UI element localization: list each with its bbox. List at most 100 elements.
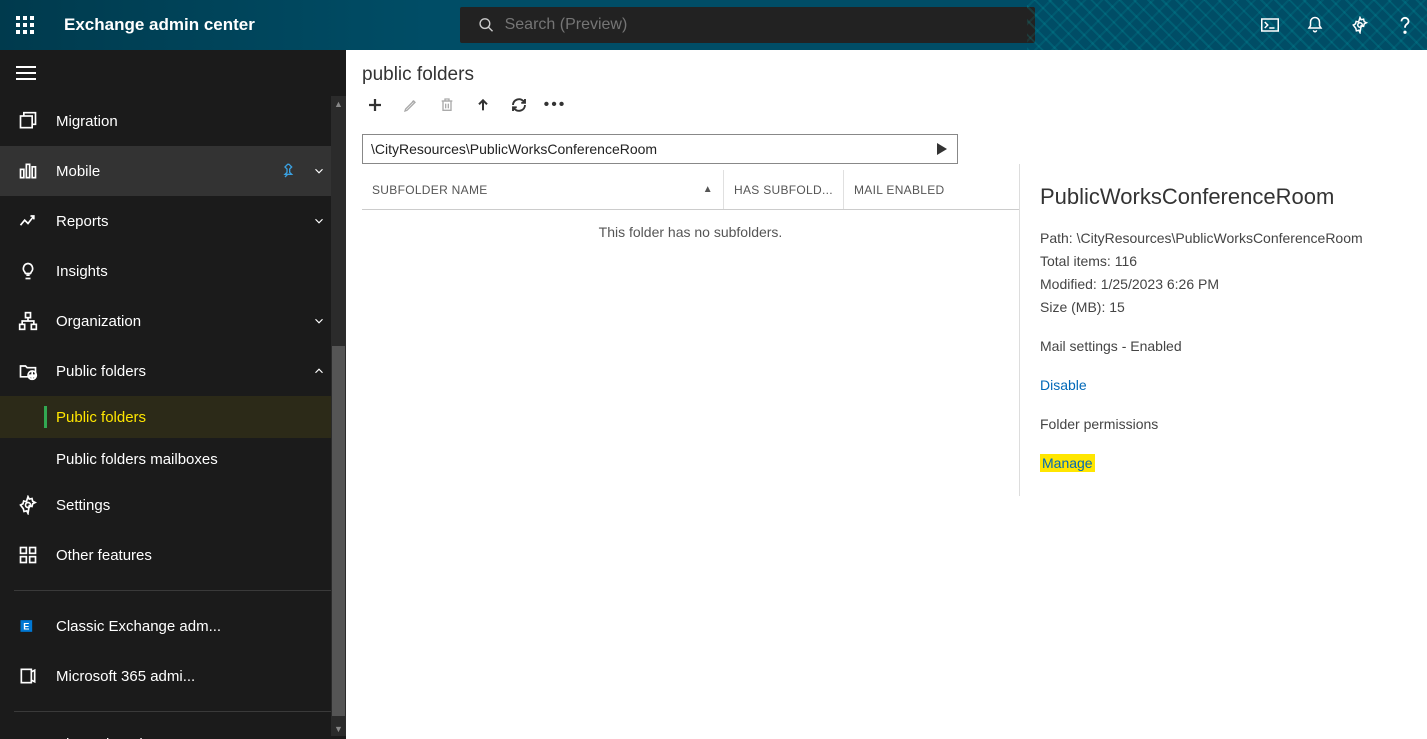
detail-total-items-value: 116: [1115, 253, 1137, 269]
nav-label: Show pinned: [56, 736, 334, 739]
settings-icon: [16, 493, 40, 517]
scroll-down-arrow-icon[interactable]: ▼: [331, 721, 346, 736]
nav-label: Insights: [56, 263, 334, 280]
other-features-icon: [16, 543, 40, 567]
nav-label: Organization: [56, 313, 304, 330]
sidebar-toggle-button[interactable]: [0, 50, 346, 96]
pin-icon: [281, 163, 297, 179]
refresh-button[interactable]: [508, 94, 530, 116]
navigate-button[interactable]: [931, 138, 953, 160]
more-button[interactable]: •••: [544, 94, 566, 116]
folder-path-text: \CityResources\PublicWorksConferenceRoom: [371, 141, 931, 157]
bell-icon: [1306, 16, 1324, 34]
insights-icon: [16, 259, 40, 283]
hamburger-icon: [16, 66, 36, 80]
chevron-up-icon: [304, 364, 334, 378]
detail-path: Path: \CityResources\PublicWorksConferen…: [1040, 228, 1407, 249]
detail-mail-settings: Mail settings - Enabled: [1040, 336, 1407, 357]
edit-button: [400, 94, 422, 116]
page-heading: public folders: [362, 64, 1427, 86]
refresh-icon: [510, 96, 528, 114]
sidebar-subitem-public-folders[interactable]: Public folders: [0, 396, 346, 438]
app-launcher-button[interactable]: [0, 0, 50, 50]
pencil-icon: [403, 97, 419, 113]
subitem-label: Public folders: [56, 409, 146, 426]
detail-modified: Modified: 1/25/2023 6:26 PM: [1040, 274, 1407, 295]
toolbar: •••: [362, 94, 1427, 116]
waffle-icon: [16, 16, 34, 34]
nav-label: Migration: [56, 113, 334, 130]
chevron-down-icon: [304, 214, 334, 228]
sidebar-item-other-features[interactable]: Other features: [0, 530, 346, 580]
column-label: MAIL ENABLED: [854, 183, 945, 197]
detail-permissions-label: Folder permissions: [1040, 414, 1407, 435]
scroll-up-arrow-icon[interactable]: ▲: [331, 96, 346, 111]
m365-icon: [16, 664, 40, 688]
up-level-button[interactable]: [472, 94, 494, 116]
sidebar-subitem-public-folders-mailboxes[interactable]: Public folders mailboxes: [0, 438, 346, 480]
add-button[interactable]: [364, 94, 386, 116]
help-button[interactable]: [1382, 0, 1427, 50]
column-subfolder-name[interactable]: SUBFOLDER NAME ▲: [362, 170, 724, 209]
folder-table: SUBFOLDER NAME ▲ HAS SUBFOLD... MAIL ENA…: [362, 164, 1019, 496]
disable-mail-link[interactable]: Disable: [1040, 377, 1087, 393]
detail-total-items-label: Total items:: [1040, 253, 1111, 269]
sidebar-divider: [14, 590, 332, 591]
nav-label: Classic Exchange adm...: [56, 618, 334, 635]
detail-total-items: Total items: 116: [1040, 251, 1407, 272]
pin-button[interactable]: [274, 163, 304, 179]
search-icon: [478, 16, 495, 34]
search-input[interactable]: [505, 16, 1035, 34]
show-pinned-button[interactable]: ••• Show pinned: [0, 722, 346, 739]
nav-label: Reports: [56, 213, 304, 230]
nav-label: Mobile: [56, 163, 274, 180]
gear-icon: [1351, 16, 1369, 34]
detail-size-value: 15: [1109, 299, 1125, 315]
column-label: SUBFOLDER NAME: [372, 183, 488, 197]
search-box[interactable]: [460, 7, 1035, 43]
detail-size: Size (MB): 15: [1040, 297, 1407, 318]
sidebar-item-classic-exchange[interactable]: E Classic Exchange adm...: [0, 601, 346, 651]
sidebar-item-mobile[interactable]: Mobile: [0, 146, 346, 196]
chevron-down-icon: [304, 314, 334, 328]
details-title: PublicWorksConferenceRoom: [1040, 184, 1407, 210]
sidebar-item-m365-admin[interactable]: Microsoft 365 admi...: [0, 651, 346, 701]
sidebar-item-reports[interactable]: Reports: [0, 196, 346, 246]
mobile-icon: [16, 159, 40, 183]
sidebar-item-public-folders[interactable]: Public folders: [0, 346, 346, 396]
nav-label: Public folders: [56, 363, 304, 380]
organization-icon: [16, 309, 40, 333]
column-has-subfolders[interactable]: HAS SUBFOLD...: [724, 170, 844, 209]
sidebar-item-migration[interactable]: Migration: [0, 96, 346, 146]
subitem-label: Public folders mailboxes: [56, 451, 218, 468]
cloud-shell-button[interactable]: [1247, 0, 1292, 50]
public-folders-icon: [16, 359, 40, 383]
migration-icon: [16, 109, 40, 133]
header-bar: Exchange admin center: [0, 0, 1427, 50]
sidebar: Migration Mobile Reports: [0, 50, 346, 739]
column-mail-enabled[interactable]: MAIL ENABLED: [844, 170, 1019, 209]
sidebar-scroll: Migration Mobile Reports: [0, 96, 346, 739]
nav-label: Microsoft 365 admi...: [56, 668, 334, 685]
folder-path-input[interactable]: \CityResources\PublicWorksConferenceRoom: [362, 134, 958, 164]
scroll-thumb[interactable]: [332, 346, 345, 716]
sidebar-item-organization[interactable]: Organization: [0, 296, 346, 346]
exchange-icon: E: [16, 614, 40, 638]
ellipsis-icon: •••: [16, 732, 40, 739]
sidebar-item-settings[interactable]: Settings: [0, 480, 346, 530]
empty-message: This folder has no subfolders.: [362, 210, 1019, 254]
settings-button[interactable]: [1337, 0, 1382, 50]
sidebar-item-insights[interactable]: Insights: [0, 246, 346, 296]
notifications-button[interactable]: [1292, 0, 1337, 50]
detail-path-label: Path:: [1040, 230, 1073, 246]
help-icon: [1398, 16, 1412, 34]
detail-modified-label: Modified:: [1040, 276, 1097, 292]
plus-icon: [366, 96, 384, 114]
main-content: public folders •••: [346, 50, 1427, 739]
sort-ascending-icon: ▲: [703, 184, 713, 195]
detail-path-value: \CityResources\PublicWorksConferenceRoom: [1077, 230, 1363, 246]
column-label: HAS SUBFOLD...: [734, 183, 833, 197]
detail-size-label: Size (MB):: [1040, 299, 1105, 315]
sidebar-scrollbar[interactable]: ▲ ▼: [331, 96, 346, 736]
manage-permissions-link[interactable]: Manage: [1040, 454, 1095, 472]
